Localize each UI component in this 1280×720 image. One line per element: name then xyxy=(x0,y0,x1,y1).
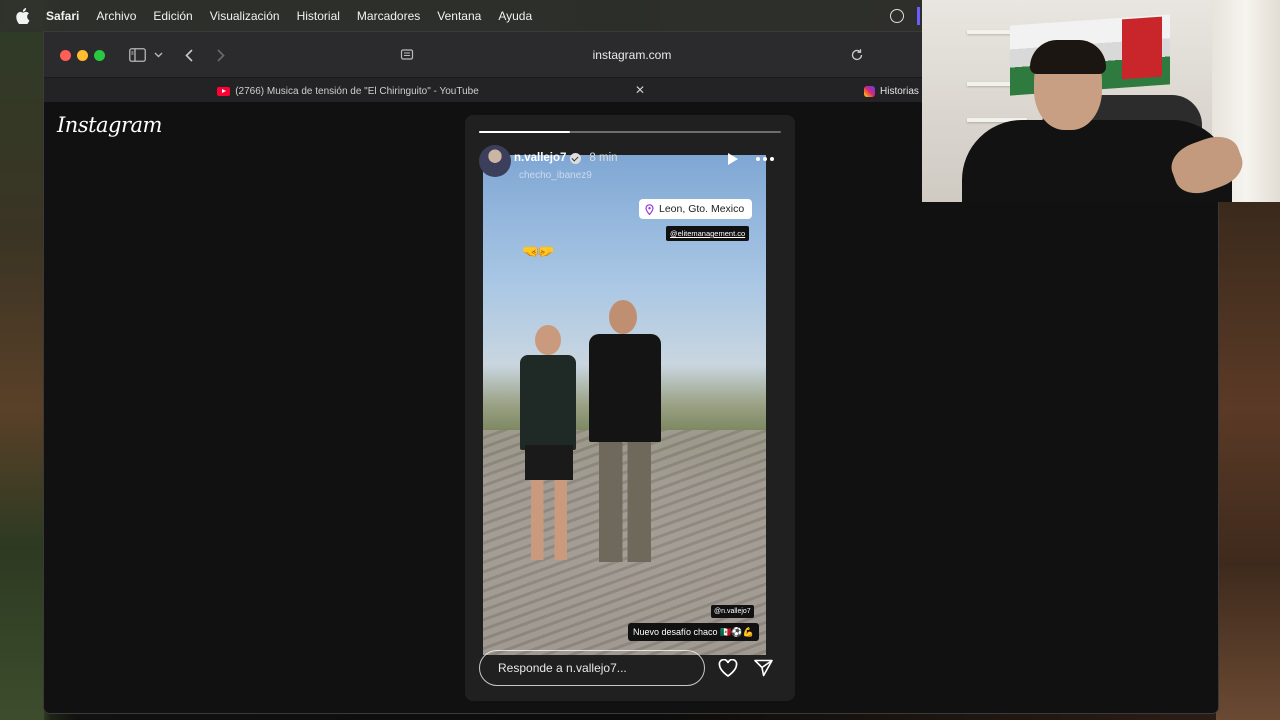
desktop-wallpaper-left xyxy=(0,30,44,720)
fist-bump-emoji: 🤜🤛 xyxy=(522,243,555,259)
instagram-logo[interactable]: Instagram xyxy=(57,113,162,137)
webcam-person-hair xyxy=(1030,40,1106,74)
instagram-icon xyxy=(864,85,875,97)
forward-button[interactable] xyxy=(214,46,228,64)
close-window-button[interactable] xyxy=(60,50,71,61)
story-subtitle[interactable]: checho_ibanez9 xyxy=(519,170,592,181)
close-tab-icon[interactable]: ✕ xyxy=(634,84,646,96)
tab-youtube[interactable]: (2766) Musica de tensión de "El Chiringu… xyxy=(44,78,652,104)
verified-badge-icon xyxy=(570,152,582,164)
photo-person-right xyxy=(583,300,667,570)
menu-ventana[interactable]: Ventana xyxy=(437,9,481,23)
story-time: 8 min xyxy=(589,152,618,164)
reply-input[interactable]: Responde a n.vallejo7... xyxy=(479,650,705,686)
status-indicator xyxy=(917,7,920,25)
location-sticker[interactable]: Leon, Gto. Mexico xyxy=(639,199,753,219)
youtube-icon xyxy=(217,86,231,96)
menu-app-safari[interactable]: Safari xyxy=(46,9,79,23)
menu-marcadores[interactable]: Marcadores xyxy=(357,9,420,23)
location-pin-icon xyxy=(645,203,654,215)
page-menu-icon[interactable] xyxy=(400,48,414,62)
address-bar[interactable]: instagram.com xyxy=(394,43,870,67)
more-options-icon[interactable] xyxy=(755,152,775,166)
mention-sticker-top[interactable]: @elitemanagement.co xyxy=(666,226,750,241)
status-menu-icon[interactable] xyxy=(890,9,904,23)
story-username[interactable]: n.vallejo7 xyxy=(514,152,566,164)
mention-sticker-bottom[interactable]: @n.vallejo7 xyxy=(711,605,754,618)
menu-archivo[interactable]: Archivo xyxy=(96,9,136,23)
location-text: Leon, Gto. Mexico xyxy=(659,203,745,215)
maximize-window-button[interactable] xyxy=(94,50,105,61)
url-text[interactable]: instagram.com xyxy=(593,48,672,62)
reload-icon[interactable] xyxy=(850,48,864,62)
chevron-down-icon[interactable] xyxy=(152,46,164,64)
story-progress-bar xyxy=(479,131,781,133)
webcam-overlay xyxy=(922,0,1280,202)
back-button[interactable] xyxy=(182,46,196,64)
tab-youtube-title: (2766) Musica de tensión de "El Chiringu… xyxy=(235,85,479,97)
minimize-window-button[interactable] xyxy=(77,50,88,61)
story-progress-fill xyxy=(479,131,570,133)
apple-icon[interactable] xyxy=(16,8,30,24)
tab-instagram[interactable]: Historias xyxy=(864,78,919,104)
story-header: n.vallejo7 8 min xyxy=(514,152,618,164)
share-icon[interactable] xyxy=(754,659,773,677)
tab-instagram-title: Historias xyxy=(880,85,919,97)
menu-edicion[interactable]: Edición xyxy=(153,9,192,23)
desktop-wallpaper-right xyxy=(1216,200,1280,720)
webcam-flag-red xyxy=(1122,16,1162,80)
heart-icon[interactable] xyxy=(718,658,738,678)
sidebar-toggle-icon[interactable] xyxy=(128,46,146,64)
photo-person-left xyxy=(515,325,579,565)
menu-ayuda[interactable]: Ayuda xyxy=(498,9,532,23)
play-icon[interactable] xyxy=(727,152,739,166)
menu-historial[interactable]: Historial xyxy=(297,9,340,23)
avatar[interactable] xyxy=(479,145,511,177)
menu-visualizacion[interactable]: Visualización xyxy=(210,9,280,23)
story-caption: Nuevo desafío chaco 🇲🇽⚽💪 xyxy=(628,623,759,641)
story-viewer[interactable]: n.vallejo7 8 min checho_ibanez9 Leon, Gt… xyxy=(465,115,795,701)
